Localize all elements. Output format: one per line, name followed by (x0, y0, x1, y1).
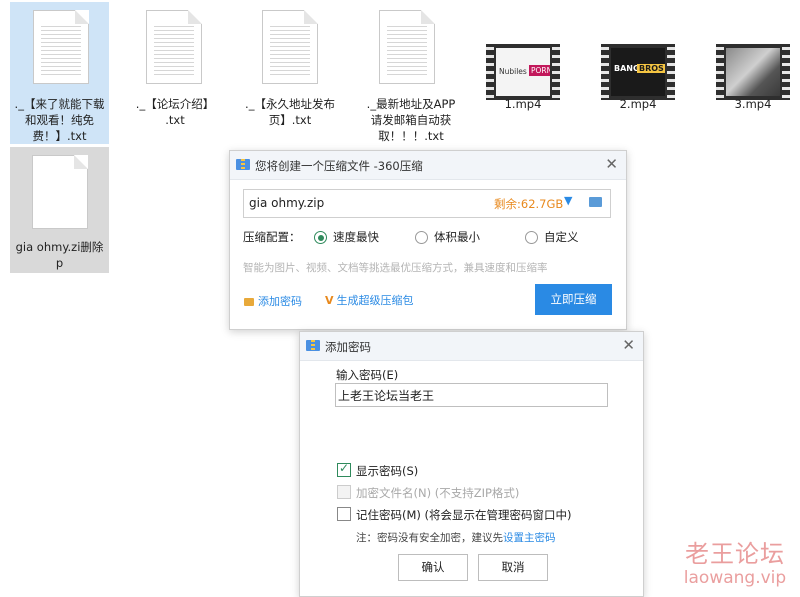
file-name: .txt (165, 113, 185, 127)
blank-file-icon (32, 155, 88, 229)
show-password-checkbox[interactable] (337, 461, 351, 477)
v-icon: V (325, 294, 334, 307)
thumb-text: PORN (529, 65, 550, 76)
password-value: 上老王论坛当老王 (338, 389, 435, 403)
cancel-button[interactable]: 取消 (478, 554, 548, 581)
lock-icon (244, 298, 254, 306)
option-fastest[interactable]: 速度最快 (314, 229, 379, 245)
option-label: 自定义 (544, 230, 579, 244)
file-name: 费！】.txt (32, 129, 87, 143)
file-item[interactable]: ._【来了就能下载 和观看！纯免 费！】.txt (10, 2, 109, 144)
option-smallest[interactable]: 体积最小 (415, 229, 480, 245)
dialog-titlebar: 添加密码 ✕ (300, 332, 643, 361)
dialog-title: 您将创建一个压缩文件 -360压缩 (255, 159, 423, 173)
file-name: gia ohmy.zi删除 (15, 240, 104, 254)
watermark: 老王论坛 laowang.vip (680, 540, 790, 588)
file-item[interactable]: ._【论坛介绍】 .txt (125, 2, 225, 144)
super-pack-link[interactable]: V 生成超级压缩包 (325, 292, 414, 308)
remaining-space: 剩余:62.7GB (494, 197, 564, 211)
video-thumbnail-icon: BANG BROS! (601, 44, 675, 100)
video-file-item[interactable]: Nubiles PORN 1.mp4 (475, 2, 571, 122)
security-note: 注：密码没有安全加密，建议先设置主密码 (356, 532, 556, 544)
watermark-cn: 老王论坛 (685, 540, 785, 568)
dialog-titlebar: 您将创建一个压缩文件 -360压缩 ✕ (230, 151, 626, 180)
watermark-url: laowang.vip (683, 568, 787, 588)
close-icon[interactable]: ✕ (605, 155, 618, 173)
file-name: 2.mp4 (619, 97, 657, 111)
video-thumbnail-icon (716, 44, 790, 100)
show-password-label[interactable]: 显示密码(S) (356, 463, 418, 479)
chevron-down-icon[interactable]: ▼ (564, 194, 572, 207)
text-file-icon (146, 10, 202, 84)
file-name: 页】.txt (268, 113, 312, 127)
text-file-icon (262, 10, 318, 84)
zip-app-icon (306, 340, 320, 351)
radio-icon (314, 231, 327, 244)
file-name: 3.mp4 (734, 97, 772, 111)
file-name: ._【来了就能下载 (14, 97, 105, 111)
file-item[interactable]: ._最新地址及APP 请发邮箱自动获 取！！！.txt (356, 2, 466, 144)
option-label: 速度最快 (333, 230, 379, 244)
add-password-link[interactable]: 添加密码 (244, 293, 302, 309)
hint-text: 智能为图片、视频、文档等挑选最优压缩方式，兼具速度和压缩率 (243, 262, 548, 274)
encrypt-names-checkbox[interactable] (337, 485, 351, 499)
video-file-item[interactable]: BANG BROS! 2.mp4 (590, 2, 686, 122)
ok-button[interactable]: 确认 (398, 554, 468, 581)
file-name: ._最新地址及APP (366, 97, 456, 111)
password-dialog: 添加密码 ✕ 输入密码(E) 上老王论坛当老王 显示密码(S) 加密文件名(N)… (299, 331, 644, 597)
encrypt-names-label: 加密文件名(N) (不支持ZIP格式) (356, 486, 520, 500)
password-input[interactable]: 上老王论坛当老王 (335, 383, 608, 407)
file-name: p (55, 256, 64, 270)
remember-password-label[interactable]: 记住密码(M) (将会显示在管理密码窗口中) (356, 507, 572, 523)
file-name: ._【永久地址发布 (245, 97, 335, 111)
file-name: ._【论坛介绍】 (135, 97, 215, 111)
text-file-icon (379, 10, 435, 84)
filename-input[interactable]: gia ohmy.zip (249, 196, 324, 210)
password-label: 输入密码(E) (336, 368, 399, 382)
radio-icon (525, 231, 538, 244)
file-name: 取！！！.txt (378, 129, 444, 143)
filename-box[interactable]: gia ohmy.zip 剩余:62.7GB ▼ (243, 189, 611, 218)
close-icon[interactable]: ✕ (622, 336, 635, 354)
file-item[interactable]: ._【永久地址发布 页】.txt (240, 2, 340, 144)
compress-dialog: 您将创建一个压缩文件 -360压缩 ✕ gia ohmy.zip 剩余:62.7… (229, 150, 627, 330)
file-name: 请发邮箱自动获 (370, 113, 452, 127)
zip-app-icon (236, 159, 250, 170)
text-file-icon (33, 10, 89, 84)
file-name: 1.mp4 (504, 97, 542, 111)
remember-password-checkbox[interactable] (337, 507, 351, 521)
option-label: 体积最小 (434, 230, 480, 244)
folder-icon[interactable] (589, 197, 602, 207)
config-label: 压缩配置： (243, 230, 301, 244)
thumb-text: BANG (614, 64, 640, 73)
video-thumbnail-icon: Nubiles PORN (486, 44, 560, 100)
video-file-item[interactable]: 3.mp4 (705, 2, 800, 122)
option-custom[interactable]: 自定义 (525, 229, 579, 245)
thumb-text: BROS! (637, 64, 665, 73)
thumb-text: Nubiles (499, 67, 527, 76)
set-master-password-link[interactable]: 设置主密码 (503, 532, 556, 544)
compress-now-button[interactable]: 立即压缩 (535, 284, 612, 315)
file-name: 和观看！纯免 (25, 113, 94, 127)
dialog-title: 添加密码 (325, 340, 371, 354)
radio-icon (415, 231, 428, 244)
zip-file-item[interactable]: gia ohmy.zi删除 p (10, 147, 109, 273)
